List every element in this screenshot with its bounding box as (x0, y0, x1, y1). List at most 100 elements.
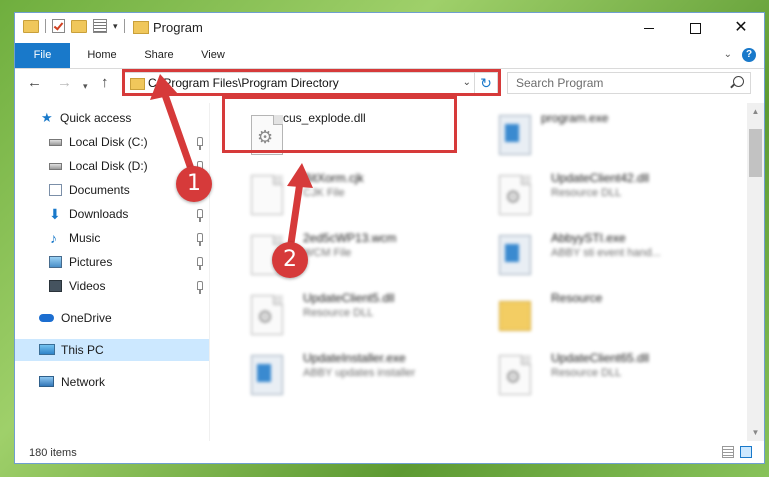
sidebar-item-label: Network (61, 375, 106, 389)
scroll-up-icon[interactable]: ▲ (747, 103, 764, 120)
search-box[interactable] (507, 72, 751, 94)
status-bar: 180 items (15, 441, 764, 463)
scroll-down-icon[interactable]: ▼ (747, 424, 764, 441)
exe-file-icon (499, 115, 531, 155)
help-icon[interactable]: ? (742, 48, 756, 62)
file-name: UpdateInstaller.exe (303, 351, 406, 365)
network-icon (39, 376, 54, 387)
close-button[interactable]: ✕ (718, 13, 764, 43)
maximize-button[interactable] (672, 13, 718, 43)
sidebar-item-label: OneDrive (61, 311, 112, 325)
folder-icon (499, 301, 531, 331)
scroll-thumb[interactable] (749, 129, 762, 177)
recent-locations-icon[interactable]: ▾ (83, 78, 88, 94)
pin-icon[interactable] (197, 257, 203, 270)
list-item[interactable]: UpdateClient5.dll Resource DLL (241, 289, 473, 341)
minimize-button[interactable] (626, 13, 672, 43)
properties-icon[interactable] (93, 19, 107, 33)
file-type: ABBY updates installer (303, 367, 416, 379)
sidebar-item-pictures[interactable]: Pictures (15, 251, 209, 273)
address-dropdown-icon[interactable]: ⌄ (463, 77, 471, 88)
minimize-icon (644, 27, 654, 29)
quick-access-toolbar: ▾ (23, 19, 125, 33)
file-name: UpdateClient65.dll (551, 351, 650, 365)
tab-file[interactable]: File (15, 43, 70, 68)
search-icon[interactable] (733, 76, 744, 87)
sidebar-item-this-pc[interactable]: This PC (15, 339, 209, 361)
file-type: Resource DLL (551, 187, 622, 199)
tab-view[interactable]: View (191, 43, 235, 68)
dll-file-icon (499, 175, 531, 215)
file-type: Resource DLL (551, 367, 622, 379)
details-view-icon[interactable] (722, 446, 734, 458)
large-icons-view-icon[interactable] (740, 446, 752, 458)
address-folder-icon (130, 78, 145, 90)
pictures-icon (49, 256, 62, 268)
sidebar-item-label: Pictures (69, 255, 113, 269)
sidebar-item-label: Documents (69, 183, 130, 197)
onedrive-icon (39, 314, 54, 322)
file-name: BitXorm.cjk (303, 171, 364, 185)
address-bar[interactable]: C:\Program Files\Program Directory ⌄ ↻ (124, 72, 498, 94)
customize-toolbar-icon[interactable]: ▾ (113, 21, 118, 32)
address-path[interactable]: C:\Program Files\Program Directory (148, 76, 339, 90)
sidebar-item-downloads[interactable]: ⬇ Downloads (15, 203, 209, 225)
pane-divider[interactable] (209, 103, 210, 441)
sidebar-item-network[interactable]: Network (15, 371, 209, 393)
file-name: AbbyySTI.exe (551, 231, 626, 245)
file-type: CJK File (303, 187, 345, 199)
list-item[interactable]: AbbyySTI.exe ABBY sti event hand... (489, 229, 721, 281)
sidebar-item-label: Downloads (69, 207, 129, 221)
list-item[interactable]: UpdateClient42.dll Resource DLL (489, 169, 721, 221)
vertical-scrollbar[interactable]: ▲ ▼ (747, 103, 764, 441)
file-name: Resource (551, 291, 603, 305)
star-icon: ★ (41, 110, 53, 125)
file-name: program.exe (541, 111, 609, 125)
new-folder-icon[interactable] (71, 19, 87, 33)
expand-ribbon-icon[interactable]: ⌄ (724, 49, 732, 60)
search-input[interactable] (508, 73, 734, 93)
download-icon: ⬇ (49, 206, 61, 222)
properties-check-icon[interactable] (52, 19, 65, 33)
pin-icon[interactable] (197, 137, 203, 150)
sidebar-item-music[interactable]: ♪ Music (15, 227, 209, 249)
videos-icon (49, 280, 62, 292)
file-type: ABBY sti event hand... (551, 247, 661, 259)
pin-icon[interactable] (197, 281, 203, 294)
sidebar-item-onedrive[interactable]: OneDrive (15, 307, 209, 329)
title-folder-icon (133, 21, 149, 34)
forward-arrow-icon[interactable]: → (57, 75, 72, 91)
step-marker-2: 2 (272, 242, 308, 278)
tab-home[interactable]: Home (77, 43, 127, 68)
explorer-window: ▾ Program ✕ File Home Share View ⌄ ? ← →… (14, 12, 765, 464)
list-item[interactable]: Resource (489, 289, 721, 341)
sidebar-item-videos[interactable]: Videos (15, 275, 209, 297)
list-item[interactable]: BitXorm.cjk CJK File (241, 169, 473, 221)
back-arrow-icon[interactable]: ← (27, 75, 42, 91)
pin-icon[interactable] (197, 233, 203, 246)
list-item[interactable]: program.exe (489, 109, 721, 161)
exe-file-icon (499, 235, 531, 275)
sidebar-item-label: Local Disk (C:) (69, 135, 148, 149)
item-count: 180 items (29, 447, 77, 459)
tab-share[interactable]: Share (137, 43, 181, 68)
file-name: UpdateClient5.dll (303, 291, 395, 305)
toolbar-separator (123, 19, 125, 33)
sidebar-item-local-disk-c[interactable]: Local Disk (C:) (15, 131, 209, 153)
list-item[interactable]: UpdateClient65.dll Resource DLL (489, 349, 721, 401)
refresh-icon[interactable]: ↻ (474, 73, 497, 93)
file-type: WCM File (303, 247, 352, 259)
file-icon (251, 175, 283, 215)
sidebar-item-label: Local Disk (D:) (69, 159, 148, 173)
up-arrow-icon[interactable]: ↑ (101, 75, 109, 91)
ribbon-tabs: File Home Share View ⌄ ? (15, 43, 764, 69)
folder-icon[interactable] (23, 19, 39, 33)
list-item[interactable]: UpdateInstaller.exe ABBY updates install… (241, 349, 473, 401)
disk-icon (49, 163, 62, 170)
file-name: UpdateClient42.dll (551, 171, 650, 185)
sidebar-item-quick-access[interactable]: ★ Quick access (15, 107, 209, 129)
title-bar: ▾ Program ✕ (15, 13, 764, 43)
pin-icon[interactable] (197, 209, 203, 222)
dll-file-icon (499, 355, 531, 395)
exe-file-icon (251, 355, 283, 395)
